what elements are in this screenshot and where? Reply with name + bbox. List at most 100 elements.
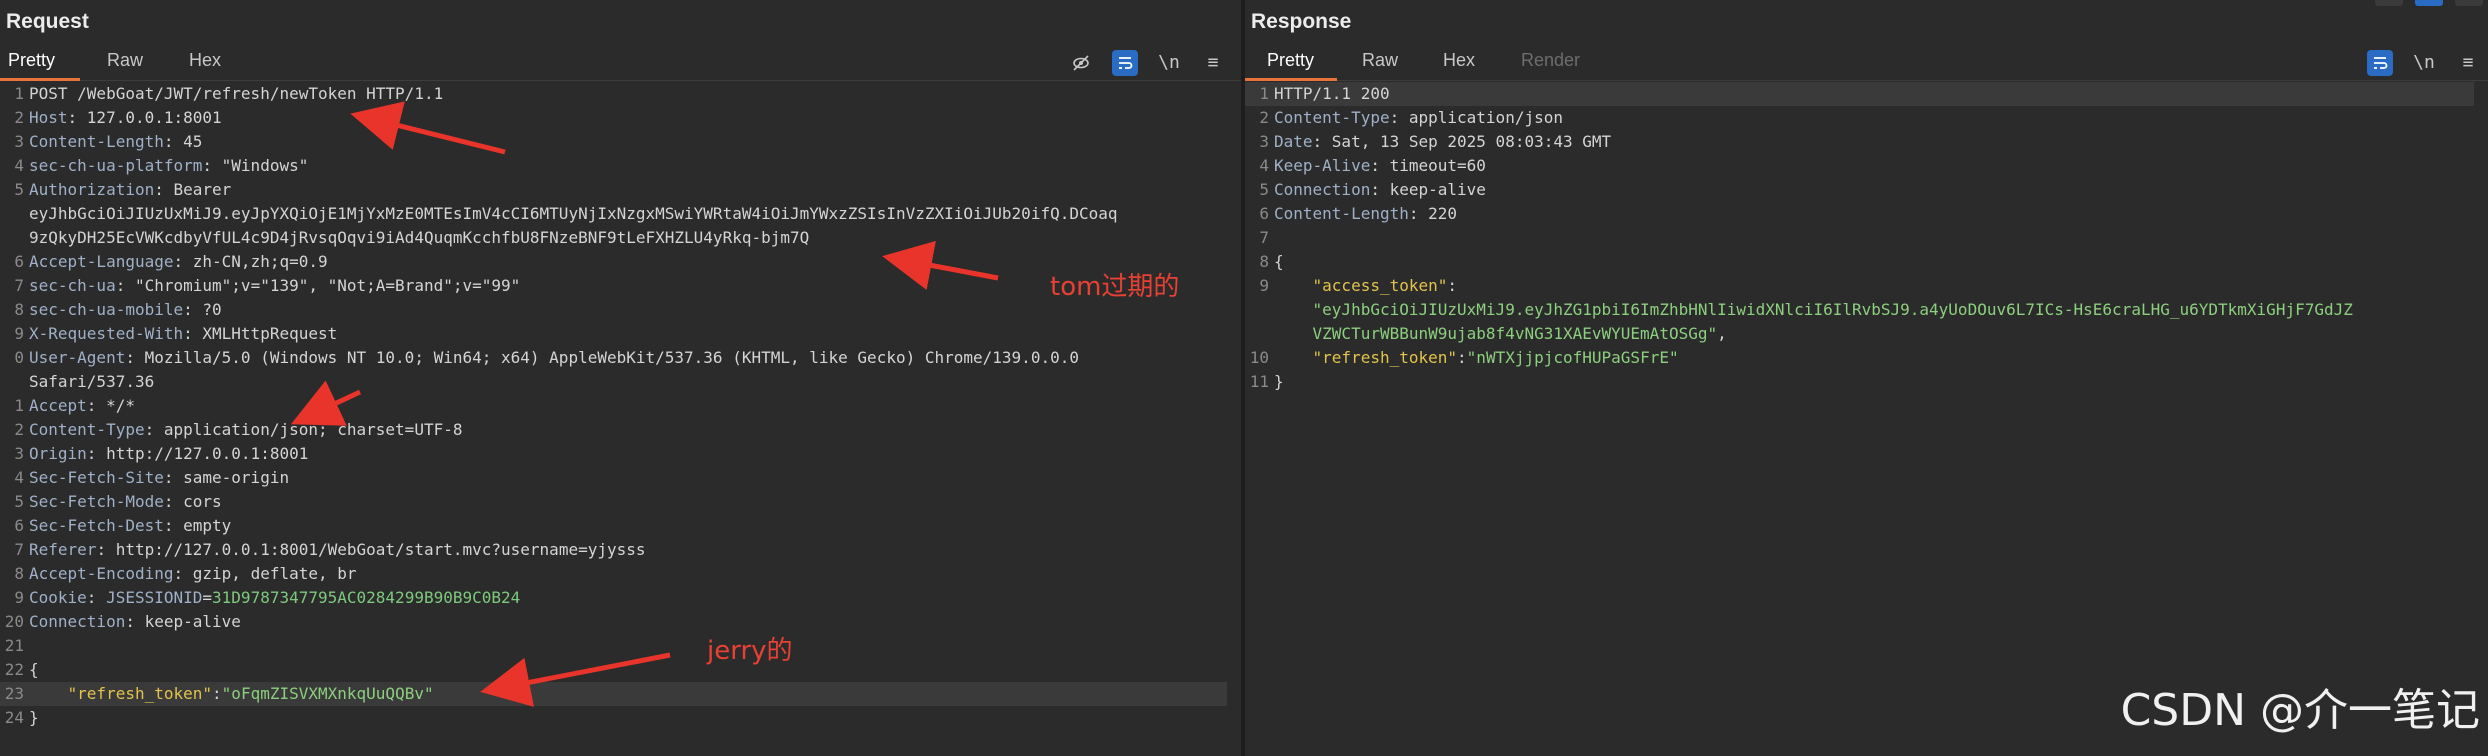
code-line[interactable]: 5 Connection: keep-alive (1245, 178, 2474, 202)
code-line[interactable]: 3 Date: Sat, 13 Sep 2025 08:03:43 GMT (1245, 130, 2474, 154)
code-text: "refresh_token":"nWTXjjpjcofHUPaGSFrE" (1274, 346, 1679, 370)
newline-icon[interactable]: \n (2411, 50, 2437, 76)
code-line[interactable]: 24} (0, 706, 1227, 730)
code-token: Sec-Fetch-Dest (29, 516, 164, 535)
code-line[interactable]: 2 Content-Type: application/json (1245, 106, 2474, 130)
code-token: , (1717, 324, 1727, 343)
code-text: Connection: keep-alive (1274, 178, 1486, 202)
code-line[interactable]: 1 Accept: */* (0, 394, 1227, 418)
tab-hex[interactable]: Hex (189, 50, 221, 71)
code-line[interactable]: 4 sec-ch-ua-platform: "Windows" (0, 154, 1227, 178)
request-tab-bar: Pretty Raw Hex \n ≡ (0, 46, 1241, 81)
code-line[interactable]: 9 "access_token": (1245, 274, 2474, 298)
code-line[interactable]: 2 Content-Type: application/json; charset… (0, 418, 1227, 442)
code-line[interactable]: 8 sec-ch-ua-mobile: ?0 (0, 298, 1227, 322)
code-token: Host (29, 108, 68, 127)
code-line[interactable]: 6 Sec-Fetch-Dest: empty (0, 514, 1227, 538)
code-line[interactable]: Safari/537.36 (0, 370, 1227, 394)
code-text: Cookie: JSESSIONID=31D9787347795AC028429… (29, 586, 520, 610)
code-line[interactable]: 7 Referer: http://127.0.0.1:8001/WebGoat/… (0, 538, 1227, 562)
code-token: : Sat, 13 Sep 2025 08:03:43 GMT (1312, 132, 1612, 151)
code-text: sec-ch-ua-platform: "Windows" (29, 154, 308, 178)
active-tab-indicator (0, 78, 80, 81)
code-token: Sec-Fetch-Mode (29, 492, 164, 511)
wrap-toggle-icon[interactable] (2367, 50, 2393, 76)
menu-icon[interactable]: ≡ (2455, 50, 2481, 76)
line-number: 9 (14, 324, 24, 343)
code-token: HTTP/1.1 200 (1274, 84, 1390, 103)
code-token: POST /WebGoat/JWT/refresh/newToken HTTP/… (29, 84, 444, 103)
code-line[interactable]: 6 Accept-Language: zh-CN,zh;q=0.9 (0, 250, 1227, 274)
code-line[interactable]: 1 HTTP/1.1 200 (1245, 82, 2474, 106)
code-token: : Mozilla/5.0 (Windows NT 10.0; Win64; x… (125, 348, 1079, 367)
code-line[interactable]: 3 Content-Length: 45 (0, 130, 1227, 154)
code-line[interactable]: 23 "refresh_token":"oFqmZISVXMXnkqUuQQBv… (0, 682, 1227, 706)
line-number: 4 (14, 156, 24, 175)
code-line[interactable]: 7 (1245, 226, 2474, 250)
tab-hex[interactable]: Hex (1443, 50, 1475, 71)
code-line[interactable]: 4 Keep-Alive: timeout=60 (1245, 154, 2474, 178)
code-line[interactable]: 21 (0, 634, 1227, 658)
code-token: Authorization (29, 180, 155, 199)
code-line[interactable]: 22 { (0, 658, 1227, 682)
code-line[interactable]: eyJhbGciOiJIUzUxMiJ9.eyJpYXQiOjE1MjYxMzE… (0, 202, 1227, 226)
newline-icon[interactable]: \n (1156, 50, 1182, 76)
tab-raw[interactable]: Raw (1362, 50, 1398, 71)
tab-pretty[interactable]: Pretty (1267, 50, 1314, 71)
code-line[interactable]: 5 Authorization: Bearer (0, 178, 1227, 202)
code-line[interactable]: 11} (1245, 370, 2474, 394)
code-line[interactable]: 0 User-Agent: Mozilla/5.0 (Windows NT 10.… (0, 346, 1227, 370)
window-button[interactable] (2375, 0, 2403, 6)
window-button[interactable] (2415, 0, 2443, 6)
code-text: Accept: */* (29, 394, 135, 418)
code-token: Content-Length (29, 132, 164, 151)
menu-icon[interactable]: ≡ (1200, 50, 1226, 76)
request-panel: Request Pretty Raw Hex \n ≡ 1 POST /WebGo… (0, 0, 1241, 756)
code-token: : keep-alive (125, 612, 241, 631)
tab-render[interactable]: Render (1521, 50, 1580, 71)
code-line[interactable]: 8 Accept-Encoding: gzip, deflate, br (0, 562, 1227, 586)
hide-icon[interactable] (1068, 50, 1094, 76)
code-line[interactable]: 4 Sec-Fetch-Site: same-origin (0, 466, 1227, 490)
code-line[interactable]: 10 "refresh_token":"nWTXjjpjcofHUPaGSFrE… (1245, 346, 2474, 370)
line-number: 2 (14, 420, 24, 439)
tab-pretty[interactable]: Pretty (8, 50, 55, 71)
code-line[interactable]: 7 sec-ch-ua: "Chromium";v="139", "Not;A=B… (0, 274, 1227, 298)
code-line[interactable]: 20 Connection: keep-alive (0, 610, 1227, 634)
wrap-toggle-icon[interactable] (1112, 50, 1138, 76)
code-line[interactable]: 9 Cookie: JSESSIONID=31D9787347795AC02842… (0, 586, 1227, 610)
code-token: : (1457, 348, 1467, 367)
code-line[interactable]: 9 X-Requested-With: XMLHttpRequest (0, 322, 1227, 346)
response-panel: Response Pretty Raw Hex Render \n ≡ 1 HTT… (1245, 0, 2488, 756)
code-line[interactable]: 6 Content-Length: 220 (1245, 202, 2474, 226)
code-token: sec-ch-ua-mobile (29, 300, 184, 319)
response-tab-bar: Pretty Raw Hex Render \n ≡ (1245, 46, 2488, 81)
tab-raw[interactable]: Raw (107, 50, 143, 71)
line-number: 11 (1249, 372, 1269, 391)
code-line[interactable]: 1 POST /WebGoat/JWT/refresh/newToken HTTP… (0, 82, 1227, 106)
code-token: { (29, 660, 39, 679)
code-text: Sec-Fetch-Site: same-origin (29, 466, 289, 490)
code-text: VZWCTurWBBunW9ujab8f4vNG31XAEvWYUEmAtOSG… (1274, 322, 1727, 346)
code-line[interactable]: 3 Origin: http://127.0.0.1:8001 (0, 442, 1227, 466)
code-token: : http://127.0.0.1:8001/WebGoat/start.mv… (96, 540, 646, 559)
response-editor[interactable]: 1 HTTP/1.1 200 2 Content-Type: application/… (1245, 82, 2488, 756)
code-line[interactable]: VZWCTurWBBunW9ujab8f4vNG31XAEvWYUEmAtOSG… (1245, 322, 2474, 346)
code-token: : ?0 (183, 300, 222, 319)
code-token: X-Requested-With (29, 324, 184, 343)
code-line[interactable]: 5 Sec-Fetch-Mode: cors (0, 490, 1227, 514)
code-line[interactable]: 2 Host: 127.0.0.1:8001 (0, 106, 1227, 130)
code-line[interactable]: "eyJhbGciOiJIUzUxMiJ9.eyJhZG1pbiI6ImZhbH… (1245, 298, 2474, 322)
code-token: Connection (1274, 180, 1371, 199)
line-number: 4 (14, 468, 24, 487)
code-token: : empty (163, 516, 232, 535)
request-editor[interactable]: 1 POST /WebGoat/JWT/refresh/newToken HTTP… (0, 82, 1241, 756)
code-line[interactable]: 8{ (1245, 250, 2474, 274)
code-line[interactable]: 9zQkyDH25EcVWKcdbyVfUL4c9D4jRvsqOqvi9iAd… (0, 226, 1227, 250)
code-text: Authorization: Bearer (29, 178, 231, 202)
line-number: 6 (14, 252, 24, 271)
window-button[interactable] (2455, 0, 2483, 6)
